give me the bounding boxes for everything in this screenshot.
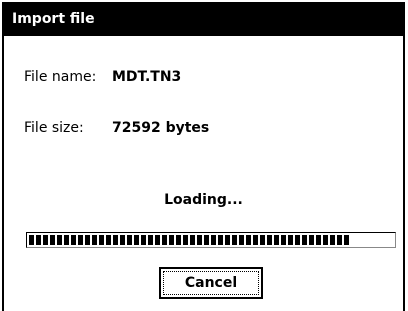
import-file-dialog: Import file File name: MDT.TN3 File size… [2,2,405,311]
file-size-value: 72592 bytes [112,120,210,136]
cancel-button[interactable]: Cancel [159,267,263,299]
progress-bar [26,232,396,248]
file-size-label: File size: [24,120,84,136]
file-name-label: File name: [24,69,97,85]
dialog-title: Import file [12,11,95,27]
file-name-value: MDT.TN3 [112,69,182,85]
cancel-button-label: Cancel [184,275,238,291]
dialog-title-bar: Import file [4,2,403,36]
loading-status: Loading... [164,192,243,208]
cancel-button-focus: Cancel [163,271,259,295]
progress-bar-fill [29,235,349,245]
